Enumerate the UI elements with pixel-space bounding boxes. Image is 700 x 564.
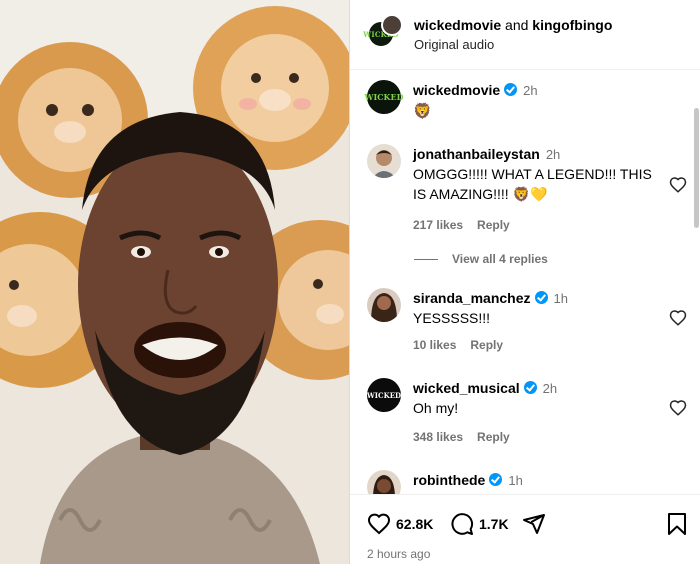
post-viewer: WICKED wickedmovie and kingofbingo Origi… <box>0 0 700 564</box>
commenter-avatar[interactable] <box>367 470 401 494</box>
post-caption: WICKED wickedmovie 2h 🦁 <box>364 78 687 128</box>
share-action[interactable] <box>522 512 546 536</box>
caption-time[interactable]: 2h <box>523 83 537 98</box>
verified-badge-icon <box>523 381 537 394</box>
comment-count[interactable]: 1.7K <box>479 516 509 532</box>
comment-item: robinthede 1h <box>367 470 687 494</box>
like-count[interactable]: 62.8K <box>396 516 433 532</box>
heart-icon[interactable] <box>669 399 687 417</box>
comment-username[interactable]: jonathanbaileystan <box>413 146 540 162</box>
reply-button[interactable]: Reply <box>470 338 503 352</box>
comment-icon[interactable] <box>450 512 474 536</box>
like-action[interactable]: 62.8K <box>367 512 433 536</box>
comment-time[interactable]: 2h <box>543 381 557 396</box>
comment-text: Oh my! <box>413 400 459 416</box>
caption-username[interactable]: wickedmovie <box>413 82 500 98</box>
comment-item: jonathanbaileystan 2h OMGGG!!!!! WHAT A L… <box>367 144 687 244</box>
post-header: WICKED wickedmovie and kingofbingo Origi… <box>350 0 700 70</box>
comment-likes[interactable]: 348 likes <box>413 430 463 444</box>
comment-item: siranda_manchez 1h YESSSSS!!! 10 likes Rep… <box>367 288 687 358</box>
commenter-avatar[interactable]: WICKED <box>367 378 401 412</box>
heart-icon[interactable] <box>669 176 687 194</box>
share-icon[interactable] <box>522 512 546 536</box>
reply-button[interactable]: Reply <box>477 218 510 232</box>
comment-text: OMGGG!!!!! WHAT A LEGEND!!! THIS IS AMAZ… <box>413 166 652 202</box>
comment-likes[interactable]: 217 likes <box>413 218 463 232</box>
caption-avatar[interactable]: WICKED <box>364 80 404 114</box>
view-replies-button[interactable]: View all 4 replies <box>414 252 548 266</box>
post-authors: wickedmovie and kingofbingo <box>414 17 612 33</box>
comment-item: WICKED wicked_musical 2h Oh my! 348 likes… <box>367 378 687 448</box>
reply-button[interactable]: Reply <box>477 430 510 444</box>
comment-time[interactable]: 2h <box>546 147 560 162</box>
audio-link[interactable]: Original audio <box>414 37 494 52</box>
comments-list[interactable]: WICKED wickedmovie 2h 🦁 jonathanbaileysta… <box>350 70 700 494</box>
post-timestamp[interactable]: 2 hours ago <box>367 547 430 561</box>
commenter-avatar[interactable] <box>367 288 401 322</box>
verified-badge-icon <box>504 83 518 96</box>
collab-avatars[interactable]: WICKED <box>363 14 403 52</box>
comment-meta: 348 likes Reply <box>413 430 510 444</box>
comments-scrollbar[interactable] <box>694 108 699 228</box>
verified-badge-icon <box>489 473 503 486</box>
comment-username[interactable]: siranda_manchez <box>413 290 531 306</box>
comment-meta: 217 likes Reply <box>413 218 510 232</box>
heart-icon[interactable] <box>669 309 687 327</box>
comment-meta: 10 likes Reply <box>413 338 503 352</box>
authors-conjunction: and <box>505 17 529 33</box>
bookmark-icon[interactable] <box>666 512 688 536</box>
post-details-panel: WICKED wickedmovie and kingofbingo Origi… <box>349 0 700 564</box>
heart-icon[interactable] <box>367 512 391 536</box>
verified-badge-icon <box>534 291 548 304</box>
author-link-wickedmovie[interactable]: wickedmovie <box>414 17 501 33</box>
comment-username[interactable]: robinthede <box>413 472 485 488</box>
post-video[interactable] <box>0 0 349 564</box>
comment-username[interactable]: wicked_musical <box>413 380 520 396</box>
avatar-kingofbingo[interactable] <box>381 14 403 36</box>
caption-text: 🦁 <box>413 102 432 120</box>
author-link-kingofbingo[interactable]: kingofbingo <box>532 17 612 33</box>
comment-action[interactable]: 1.7K <box>450 512 509 536</box>
video-frame-illustration <box>0 0 349 564</box>
commenter-avatar[interactable] <box>367 144 401 178</box>
comment-time[interactable]: 1h <box>508 473 522 488</box>
comment-time[interactable]: 1h <box>554 291 568 306</box>
post-actions: 62.8K 1.7K 2 hours ago <box>350 494 700 564</box>
save-action[interactable] <box>666 512 688 536</box>
comment-likes[interactable]: 10 likes <box>413 338 456 352</box>
comment-text: YESSSSS!!! <box>413 310 491 326</box>
